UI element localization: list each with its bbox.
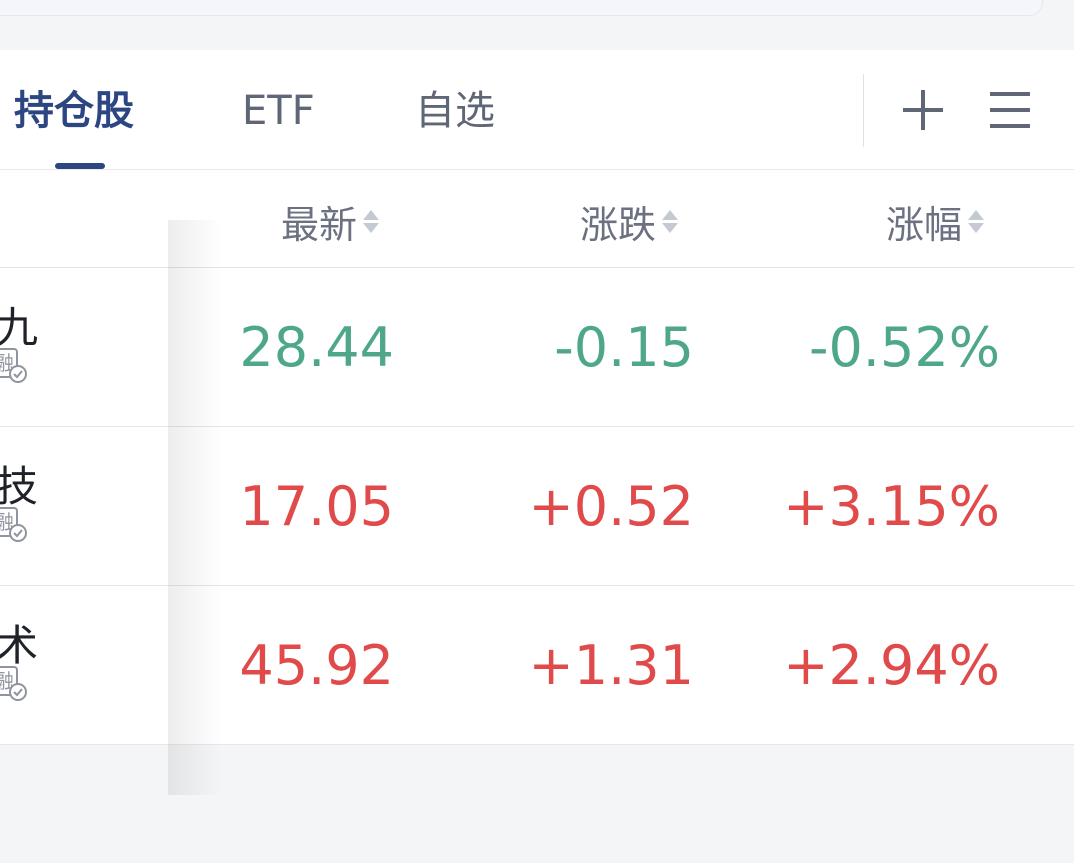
check-circle-icon [9,365,27,383]
plus-icon[interactable] [899,85,947,135]
stock-name: 技 [0,462,39,511]
tab-etf[interactable]: ETF [242,86,315,136]
tab-divider [863,74,864,147]
percent-change: -0.52% [808,316,1000,379]
check-circle-icon [9,524,27,542]
latest-price: 17.05 [239,475,394,538]
percent-change: +2.94% [783,634,1000,697]
margin-tag: 融 [0,507,27,543]
sort-icon [968,209,985,233]
sort-latest[interactable]: 最新 [281,198,380,247]
sort-change[interactable]: 涨跌 [580,198,679,247]
column-header-row: 最新 涨跌 涨幅 [0,170,1074,268]
tab-holdings[interactable]: 持仓股 [14,86,134,136]
top-area [0,0,1074,32]
sort-icon [662,209,679,233]
sort-pct[interactable]: 涨幅 [886,198,985,247]
latest-price: 45.92 [239,634,394,697]
table-row[interactable]: 技 融 17.05 +0.52 +3.15% [0,427,1074,586]
price-change: -0.15 [554,316,694,379]
active-tab-indicator [55,163,105,169]
column-label-pct: 涨幅 [886,202,963,247]
table-row[interactable]: 术 融 45.92 +1.31 +2.94% [0,586,1074,745]
table-row[interactable]: 九 融 28.44 -0.15 -0.52% [0,268,1074,427]
column-label-change: 涨跌 [580,202,657,247]
holdings-card: 持仓股 ETF 自选 最新 涨跌 涨幅 九 融 28.44 [0,50,1074,795]
stock-name: 九 [0,303,39,352]
tab-watchlist[interactable]: 自选 [415,86,495,136]
margin-tag: 融 [0,666,27,702]
menu-icon[interactable] [986,85,1034,135]
latest-price: 28.44 [239,316,394,379]
column-label-latest: 最新 [281,202,358,247]
search-bar-edge[interactable] [0,0,1043,16]
margin-tag: 融 [0,348,27,384]
price-change: +0.52 [528,475,694,538]
tab-bar: 持仓股 ETF 自选 [0,50,1074,170]
price-change: +1.31 [528,634,694,697]
check-circle-icon [9,683,27,701]
stock-name: 术 [0,621,39,670]
percent-change: +3.15% [783,475,1000,538]
sort-icon [363,209,380,233]
